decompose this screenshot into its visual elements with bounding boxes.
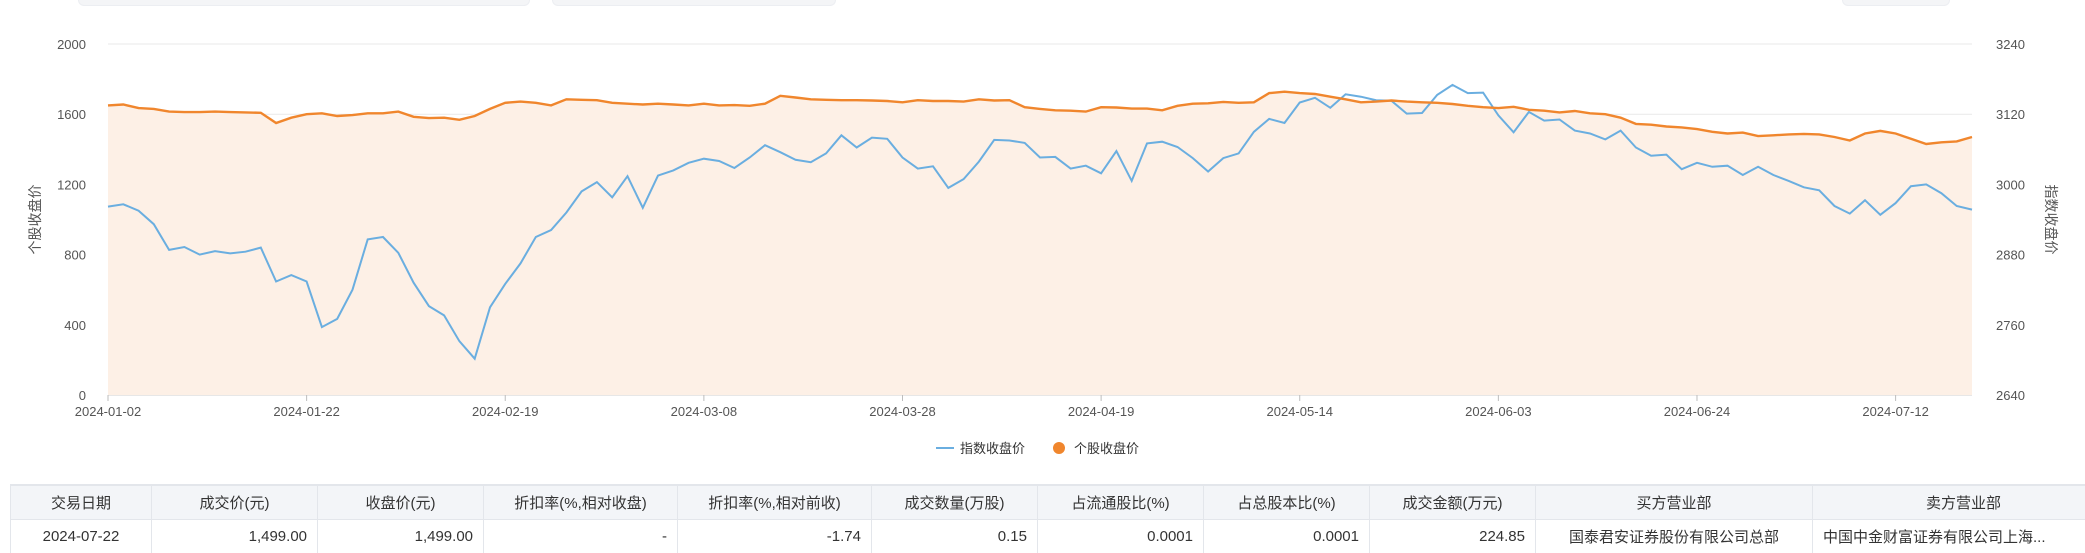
legend-dot-icon (1053, 442, 1065, 454)
cell-volume: 0.15 (872, 520, 1038, 553)
legend-item-index[interactable]: 指数收盘价 (936, 441, 1025, 456)
y-left-tick-label: 1600 (57, 107, 86, 122)
col-header-total-ratio[interactable]: 占总股本比(%) (1204, 486, 1370, 520)
cell-float-ratio: 0.0001 (1038, 520, 1204, 553)
price-line-chart: 0 2640 400 2760 800 2880 1200 3000 1600 3120 2000 3… (0, 0, 2085, 470)
y-right-tick-label: 3240 (1996, 37, 2025, 52)
legend-label-stock: 个股收盘价 (1074, 441, 1139, 456)
y-axis-right-title: 指数收盘价 (2043, 185, 2059, 255)
x-tick-label: 2024-03-28 (869, 404, 936, 419)
cell-amount: 224.85 (1370, 520, 1536, 553)
cell-total-ratio: 0.0001 (1204, 520, 1370, 553)
x-tick-label: 2024-06-24 (1664, 404, 1731, 419)
y-right-tick-label: 2760 (1996, 318, 2025, 333)
cell-trade-date: 2024-07-22 (11, 520, 152, 553)
x-tick-label: 2024-01-02 (75, 404, 142, 419)
cell-deal-price: 1,499.00 (152, 520, 318, 553)
x-tick-label: 2024-02-19 (472, 404, 539, 419)
legend-label-index: 指数收盘价 (960, 441, 1025, 456)
legend-item-stock[interactable]: 个股收盘价 (1053, 441, 1139, 456)
x-tick-label: 2024-06-03 (1465, 404, 1532, 419)
col-header-seller[interactable]: 卖方营业部 (1813, 486, 2085, 520)
cell-seller: 中国中金财富证券有限公司上海... (1813, 520, 2085, 553)
block-trade-table: 交易日期 成交价(元) 收盘价(元) 折扣率(%,相对收盘) 折扣率(%,相对前… (10, 484, 2085, 553)
col-header-deal-price[interactable]: 成交价(元) (152, 486, 318, 520)
cell-discount-prev: -1.74 (678, 520, 872, 553)
x-tick-label: 2024-01-22 (273, 404, 340, 419)
table-row[interactable]: 2024-07-22 1,499.00 1,499.00 - -1.74 0.1… (11, 520, 2085, 553)
y-right-tick-label: 2640 (1996, 388, 2025, 403)
y-axis-left-title: 个股收盘价 (27, 185, 43, 255)
table-header-row: 交易日期 成交价(元) 收盘价(元) 折扣率(%,相对收盘) 折扣率(%,相对前… (11, 486, 2085, 520)
cell-discount-close: - (484, 520, 678, 553)
y-left-tick-label: 0 (79, 388, 86, 403)
col-header-float-ratio[interactable]: 占流通股比(%) (1038, 486, 1204, 520)
x-tick-label: 2024-05-14 (1266, 404, 1333, 419)
chart-legend[interactable]: 指数收盘价 个股收盘价 (936, 441, 1139, 456)
col-header-discount-close[interactable]: 折扣率(%,相对收盘) (484, 486, 678, 520)
y-right-tick-label: 3120 (1996, 107, 2025, 122)
y-left-tick-label: 800 (64, 248, 86, 263)
x-tick-label: 2024-04-19 (1068, 404, 1135, 419)
x-tick-label: 2024-07-12 (1862, 404, 1929, 419)
col-header-close-price[interactable]: 收盘价(元) (318, 486, 484, 520)
col-header-amount[interactable]: 成交金额(万元) (1370, 486, 1536, 520)
col-header-buyer[interactable]: 买方营业部 (1536, 486, 1813, 520)
x-tick-label: 2024-03-08 (671, 404, 738, 419)
col-header-discount-prev[interactable]: 折扣率(%,相对前收) (678, 486, 872, 520)
cell-buyer: 国泰君安证券股份有限公司总部 (1536, 520, 1813, 553)
col-header-volume[interactable]: 成交数量(万股) (872, 486, 1038, 520)
col-header-trade-date[interactable]: 交易日期 (11, 486, 152, 520)
stock-close-area (108, 92, 1972, 395)
y-right-tick-label: 2880 (1996, 248, 2025, 263)
y-left-tick-label: 400 (64, 318, 86, 333)
y-right-tick-label: 3000 (1996, 177, 2025, 192)
cell-close-price: 1,499.00 (318, 520, 484, 553)
y-left-tick-label: 1200 (57, 177, 86, 192)
y-left-tick-label: 2000 (57, 37, 86, 52)
